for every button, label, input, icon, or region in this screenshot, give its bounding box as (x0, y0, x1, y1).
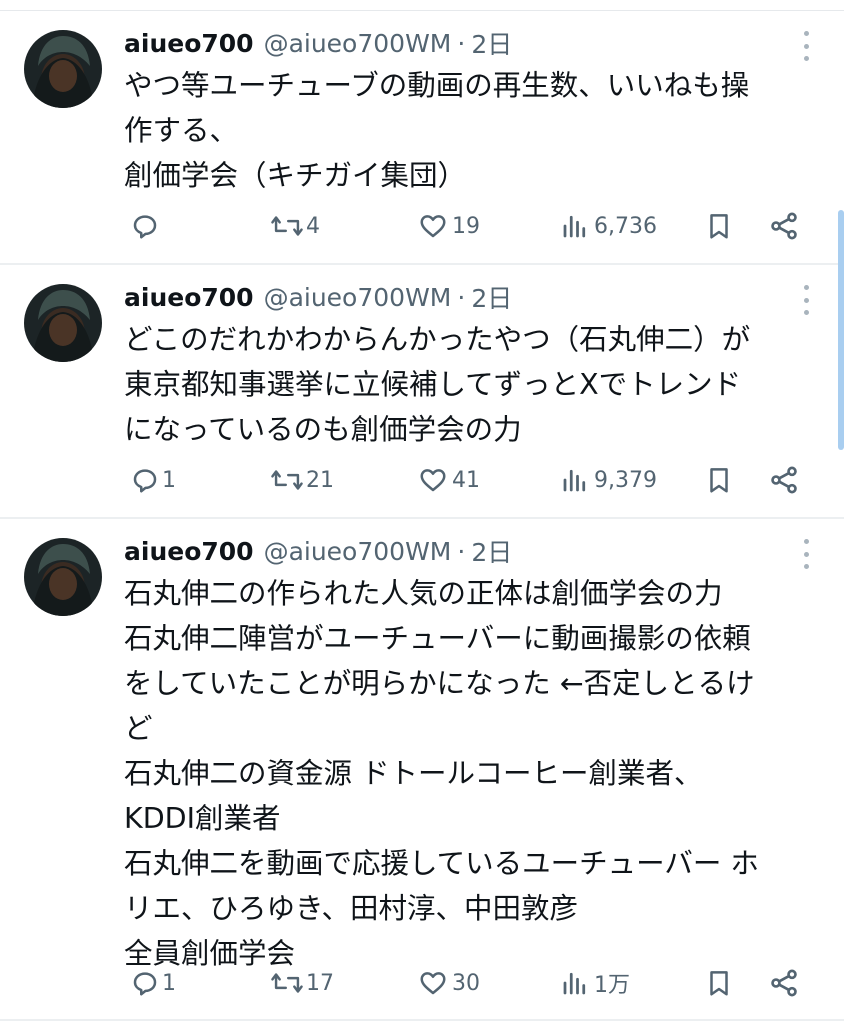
bookmark-icon (710, 214, 728, 239)
user-handle[interactable]: @aiueo700WM (264, 29, 452, 58)
avatar-image (24, 284, 102, 362)
share-nodes-icon (771, 212, 797, 240)
tweet-text-line: 石丸伸二を動画で応援しているユーチューバー ホ (124, 847, 759, 880)
more-options-icon[interactable] (798, 285, 814, 315)
avatar[interactable] (24, 538, 102, 616)
separator-dot: · (457, 28, 466, 58)
views-count: 1万 (594, 973, 630, 998)
bar-chart-icon (563, 469, 586, 492)
tweet-3[interactable]: aiueo700 @aiueo700WM · 2日 石丸伸二の作られた人気の正体… (0, 519, 844, 1021)
reply-button[interactable]: 1 (130, 965, 176, 1001)
tweet-text: どこのだれかわからんかったやつ（石丸伸二）が 東京都知事選挙に立候補してずっとX… (124, 317, 824, 452)
scrollbar[interactable] (838, 210, 844, 450)
action-bar: 4 19 6,736 (124, 208, 810, 244)
views-count: 9,379 (594, 467, 657, 493)
tweet-text-line: 作する、 (124, 114, 239, 147)
bookmark-icon (710, 468, 728, 493)
share-button[interactable] (768, 208, 800, 244)
like-button[interactable]: 41 (418, 462, 480, 498)
action-bar: 1 21 41 9,379 (124, 462, 810, 498)
more-options-icon[interactable] (798, 539, 814, 569)
tweet-header: aiueo700 @aiueo700WM · 2日 (124, 25, 784, 61)
views-count: 6,736 (594, 213, 657, 239)
retweet-button[interactable]: 21 (270, 462, 334, 498)
retweet-arrows-icon (271, 216, 303, 236)
tweet-text-line: リエ、ひろゆき、田村淳、中田敦彦 (124, 892, 579, 925)
like-button[interactable]: 30 (418, 965, 480, 1001)
speech-bubble-icon (133, 469, 157, 493)
like-count: 19 (452, 213, 480, 239)
tweet-text-line: 創価学会（キチガイ集団） (124, 159, 467, 192)
views-button[interactable]: 1万 (560, 965, 630, 1001)
share-nodes-icon (771, 466, 797, 494)
tweet-text-line: をしていたことが明らかになった ←否定しとるけ (124, 667, 755, 700)
retweet-count: 4 (306, 213, 320, 239)
tweet-text-line: 石丸伸二の資金源 ドトールコーヒー創業者、 (124, 757, 703, 790)
timeline-feed: aiueo700 @aiueo700WM · 2日 やつ等ユーチューブの動画の再… (0, 0, 844, 1024)
tweet-text: 石丸伸二の作られた人気の正体は創価学会の力 石丸伸二陣営がユーチューバーに動画撮… (124, 571, 824, 976)
bookmark-icon (710, 971, 728, 996)
tweet-text-line: どこのだれかわからんかったやつ（石丸伸二）が (124, 323, 751, 356)
share-button[interactable] (768, 965, 800, 1001)
separator-dot: · (457, 536, 466, 566)
reply-button[interactable]: 1 (130, 462, 176, 498)
bookmark-button[interactable] (704, 965, 734, 1001)
reply-button[interactable] (130, 208, 162, 244)
retweet-button[interactable]: 17 (270, 965, 334, 1001)
tweet-1[interactable]: aiueo700 @aiueo700WM · 2日 やつ等ユーチューブの動画の再… (0, 11, 844, 265)
retweet-arrows-icon (271, 973, 303, 993)
bar-chart-icon (563, 972, 586, 995)
tweet-text-line: 石丸伸二の作られた人気の正体は創価学会の力 (124, 577, 723, 610)
share-button[interactable] (768, 462, 800, 498)
bookmark-button[interactable] (704, 462, 734, 498)
like-count: 41 (452, 467, 480, 493)
tweet-2[interactable]: aiueo700 @aiueo700WM · 2日 どこのだれかわからんかったや… (0, 265, 844, 519)
tweet-text-line: 東京都知事選挙に立候補してずっとXでトレンド (124, 368, 742, 401)
timestamp[interactable]: 2日 (471, 25, 512, 61)
views-button[interactable]: 6,736 (560, 208, 657, 244)
display-name[interactable]: aiueo700 (124, 537, 254, 566)
speech-bubble-icon (133, 972, 157, 996)
avatar[interactable] (24, 284, 102, 362)
retweet-arrows-icon (271, 470, 303, 490)
reply-count: 1 (162, 467, 176, 493)
heart-outline-icon (420, 972, 446, 995)
timestamp[interactable]: 2日 (471, 533, 512, 569)
heart-outline-icon (420, 469, 446, 492)
tweet-text-line: ど (124, 712, 153, 745)
bookmark-button[interactable] (704, 208, 734, 244)
tweet-text-line: KDDI創業者 (124, 802, 281, 835)
tweet-text-line: やつ等ユーチューブの動画の再生数、いいねも操 (124, 69, 750, 102)
tweet-text: やつ等ユーチューブの動画の再生数、いいねも操 作する、 創価学会（キチガイ集団） (124, 63, 824, 198)
more-options-icon[interactable] (798, 31, 814, 61)
heart-outline-icon (420, 215, 446, 238)
tweet-header: aiueo700 @aiueo700WM · 2日 (124, 533, 784, 569)
retweet-count: 17 (306, 970, 334, 996)
timestamp[interactable]: 2日 (471, 279, 512, 315)
like-button[interactable]: 19 (418, 208, 480, 244)
retweet-count: 21 (306, 467, 334, 493)
avatar-image (24, 30, 102, 108)
share-nodes-icon (771, 969, 797, 997)
tweet-text-line: になっているのも創価学会の力 (124, 413, 522, 446)
retweet-button[interactable]: 4 (270, 208, 320, 244)
user-handle[interactable]: @aiueo700WM (264, 537, 452, 566)
tweet-header: aiueo700 @aiueo700WM · 2日 (124, 279, 784, 315)
reply-count: 1 (162, 970, 176, 996)
bar-chart-icon (563, 215, 586, 238)
action-bar: 1 17 30 1万 (124, 965, 810, 1001)
views-button[interactable]: 9,379 (560, 462, 657, 498)
display-name[interactable]: aiueo700 (124, 29, 254, 58)
separator-dot: · (457, 282, 466, 312)
like-count: 30 (452, 970, 480, 996)
display-name[interactable]: aiueo700 (124, 283, 254, 312)
avatar[interactable] (24, 30, 102, 108)
user-handle[interactable]: @aiueo700WM (264, 283, 452, 312)
speech-bubble-icon (133, 215, 157, 239)
tweet-text-line: 石丸伸二陣営がユーチューバーに動画撮影の依頼 (124, 622, 751, 655)
avatar-image (24, 538, 102, 616)
